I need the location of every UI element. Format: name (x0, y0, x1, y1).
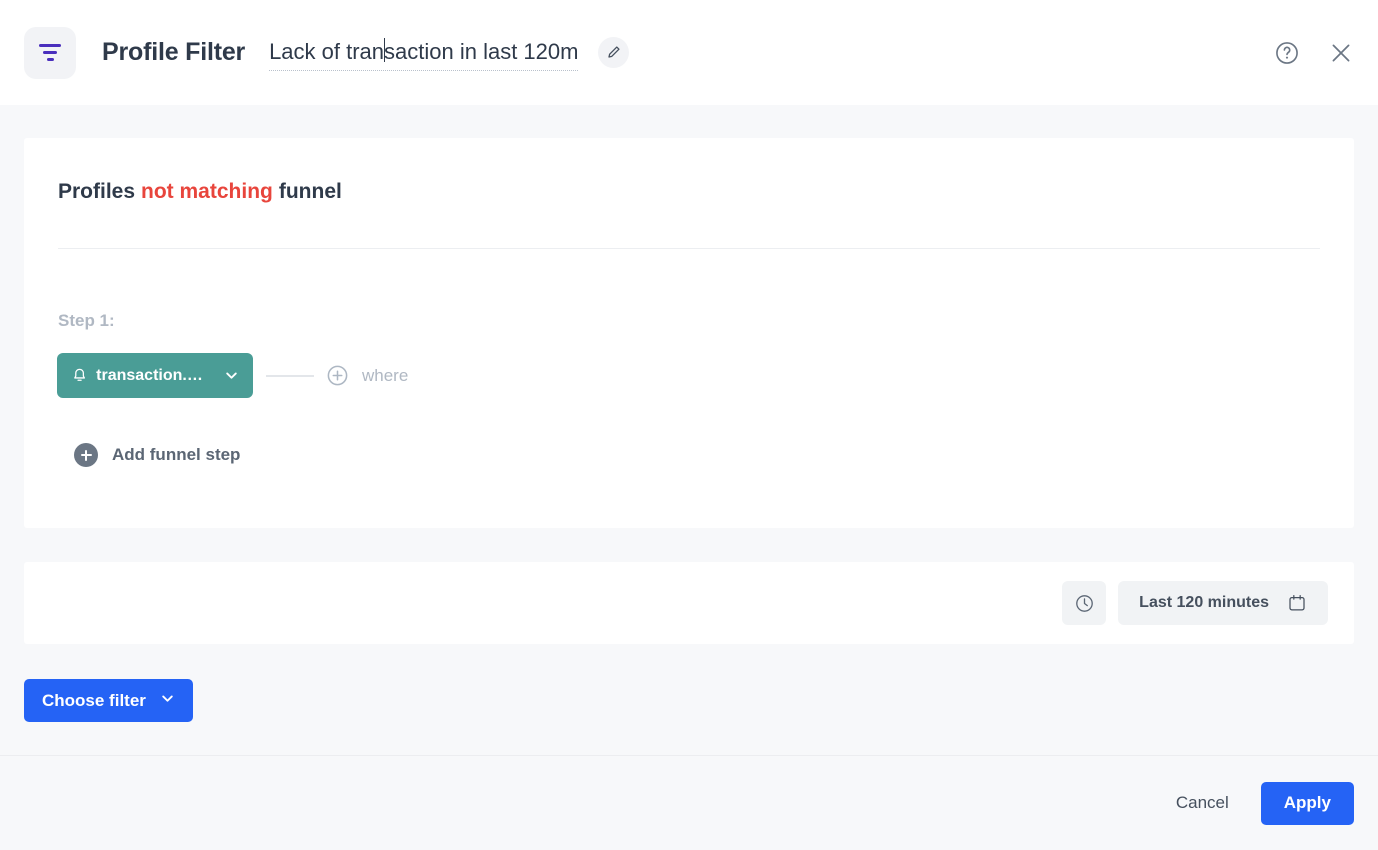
time-range-label: Last 120 minutes (1139, 594, 1269, 611)
match-prefix: Profiles (58, 180, 136, 203)
relative-time-button[interactable] (1062, 581, 1107, 625)
main-content: Profiles not matching funnel Step 1: trans… (0, 105, 1378, 755)
chevron-down-icon (160, 691, 175, 711)
header-bar: Profile Filter Lack of tran saction in l… (0, 0, 1378, 105)
match-suffix: funnel (278, 180, 342, 203)
choose-filter-button[interactable]: Choose filter (24, 679, 193, 722)
pencil-icon (608, 46, 621, 58)
footer-bar: Cancel Apply (0, 755, 1378, 850)
help-circle-icon (1276, 41, 1298, 64)
page-title: Profile Filter (102, 38, 246, 66)
filter-bar-bottom (46, 58, 54, 61)
match-condition[interactable]: not matching (141, 180, 273, 203)
edit-name-button[interactable] (598, 37, 630, 68)
step-connector-line (266, 374, 314, 377)
choose-filter-label: Choose filter (42, 690, 146, 710)
time-range-card: Last 120 minutes (24, 562, 1354, 644)
filter-name-text-after-caret: saction in last 120m (384, 38, 579, 64)
text-caret (383, 37, 385, 62)
filter-icon-bars (38, 44, 62, 61)
divider (58, 248, 1320, 249)
event-name: transaction.c... (96, 366, 203, 384)
filter-icon (24, 26, 76, 79)
cancel-button[interactable]: Cancel (1172, 785, 1233, 821)
header-actions (1274, 40, 1354, 66)
add-where-condition[interactable]: where (326, 364, 408, 387)
calendar-icon (1289, 595, 1305, 611)
close-icon (1332, 44, 1350, 61)
funnel-card: Profiles not matching funnel Step 1: trans… (24, 138, 1354, 528)
filter-bar-middle (43, 51, 57, 54)
chevron-down-icon (224, 368, 239, 383)
step-label: Step 1: (58, 311, 115, 330)
apply-button[interactable]: Apply (1260, 781, 1354, 825)
where-label: where (362, 365, 409, 385)
close-button[interactable] (1328, 40, 1354, 66)
add-funnel-step-button[interactable]: Add funnel step (74, 443, 240, 467)
clock-icon (1075, 594, 1093, 612)
filter-name-text-before-caret: Lack of tran (269, 38, 385, 64)
event-select-button[interactable]: transaction.c... (57, 353, 253, 398)
funnel-match-statement: Profiles not matching funnel (58, 180, 342, 204)
bell-icon (74, 368, 85, 381)
filter-name-input[interactable]: Lack of tran saction in last 120m (269, 35, 579, 71)
time-range-button[interactable]: Last 120 minutes (1118, 581, 1328, 625)
plus-circle-icon (327, 365, 348, 386)
plus-circle-filled-icon (74, 443, 98, 467)
help-button[interactable] (1274, 40, 1300, 66)
filter-bar-top (39, 44, 61, 47)
filter-name-group: Lack of tran saction in last 120m (269, 35, 630, 71)
funnel-step-row: transaction.c... where (57, 353, 408, 398)
add-funnel-step-label: Add funnel step (112, 445, 241, 464)
